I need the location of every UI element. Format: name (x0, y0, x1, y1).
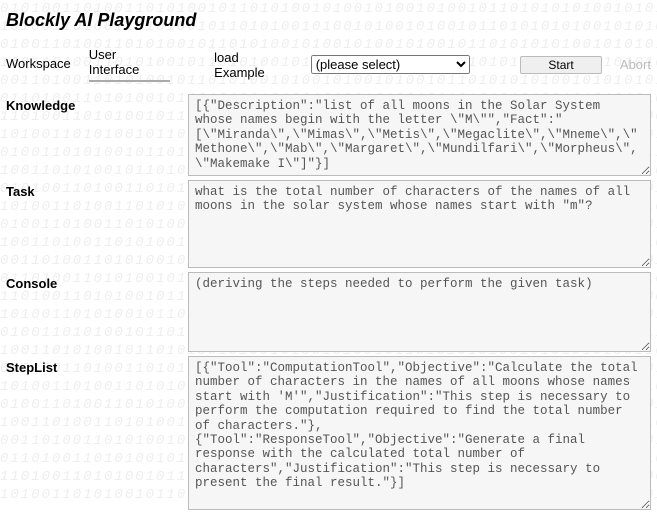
textarea-console[interactable] (188, 272, 651, 352)
row-console: Console (6, 272, 651, 352)
row-task: Task (6, 180, 651, 268)
abort-link[interactable]: Abort (620, 57, 651, 72)
load-example-label: load Example (214, 50, 293, 80)
label-knowledge: Knowledge (6, 94, 188, 113)
textarea-task[interactable] (188, 180, 651, 268)
row-steplist: StepList (6, 356, 651, 510)
textarea-knowledge[interactable] (188, 94, 651, 176)
start-button[interactable]: Start (520, 56, 602, 74)
row-knowledge: Knowledge (6, 94, 651, 176)
example-select[interactable]: (please select) (311, 55, 471, 74)
label-steplist: StepList (6, 356, 188, 375)
tab-user-interface[interactable]: User Interface (89, 47, 170, 82)
toolbar: Workspace User Interface load Example (p… (6, 43, 651, 88)
page-title: Blockly AI Playground (6, 10, 651, 31)
label-task: Task (6, 180, 188, 199)
textarea-steplist[interactable] (188, 356, 651, 510)
tab-workspace[interactable]: Workspace (6, 56, 71, 74)
label-console: Console (6, 272, 188, 291)
